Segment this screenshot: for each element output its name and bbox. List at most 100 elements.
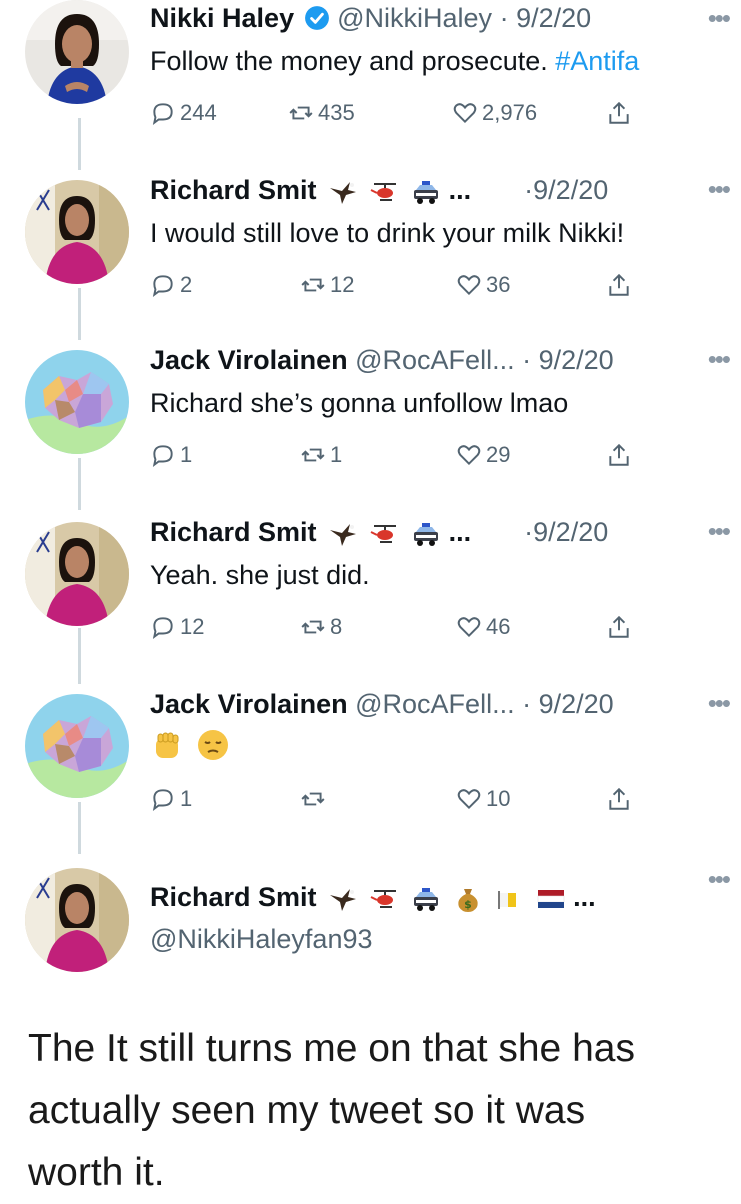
retweet-count: 8 (330, 614, 343, 639)
name-truncation: ... (573, 882, 596, 912)
separator-dot: · (514, 345, 539, 375)
share-button[interactable] (606, 614, 632, 640)
reply-button[interactable]: 2 (150, 272, 192, 298)
author-handle[interactable]: @NikkiHaley (337, 3, 492, 33)
reply-count: 244 (180, 100, 217, 125)
reply-count: 1 (180, 442, 193, 467)
raised-fist-icon (150, 728, 184, 762)
separator-dot: · (492, 3, 517, 33)
more-options-icon[interactable]: ••• (708, 864, 731, 895)
heart-icon (457, 789, 481, 810)
reply-button[interactable]: 1 (150, 442, 192, 468)
avatar[interactable] (25, 180, 129, 284)
reply-button[interactable]: 1 (150, 786, 192, 812)
tweet-date[interactable]: 9/2/20 (533, 517, 608, 547)
retweet-icon (301, 278, 325, 292)
pensive-face-icon (196, 728, 230, 762)
hashtag-link[interactable]: #Antifa (555, 46, 639, 76)
tweet-actions: 244 435 2,976 (150, 100, 650, 136)
tweet-date[interactable]: 9/2/20 (516, 3, 591, 33)
author-name[interactable]: Nikki Haley (150, 3, 294, 33)
share-button[interactable] (606, 100, 632, 126)
author-name[interactable]: Richard Smit (150, 882, 317, 912)
more-options-icon[interactable]: ••• (708, 3, 731, 34)
tweet[interactable]: Richard Smit $ ... ••• @NikkiHaleyfan93 (0, 860, 741, 1020)
retweet-button[interactable] (300, 786, 330, 812)
separator-dot: · (524, 175, 534, 205)
share-icon (609, 273, 629, 296)
tweet-date[interactable]: 9/2/20 (539, 689, 614, 719)
avatar[interactable] (25, 0, 129, 104)
like-button[interactable]: 36 (456, 272, 510, 298)
author-name[interactable]: Richard Smit (150, 175, 317, 205)
helicopter-icon (370, 885, 400, 913)
map-avatar-icon (25, 694, 129, 798)
tweet[interactable]: Jack Virolainen @RocAFell... · 9/2/20 ••… (0, 342, 741, 502)
retweet-count: 1 (330, 442, 343, 467)
tweet[interactable]: Nikki Haley @NikkiHaley · 9/2/20 ••• Fol… (0, 0, 741, 160)
flag-icon (494, 885, 524, 913)
retweet-count: 435 (318, 100, 355, 125)
avatar[interactable] (25, 522, 129, 626)
avatar[interactable] (25, 350, 129, 454)
retweet-button[interactable]: 435 (288, 100, 355, 126)
reply-button[interactable]: 244 (150, 100, 217, 126)
share-button[interactable] (606, 786, 632, 812)
like-button[interactable]: 10 (456, 786, 510, 812)
more-options-icon[interactable]: ••• (708, 344, 731, 375)
share-button[interactable] (606, 272, 632, 298)
reply-count: 2 (180, 272, 193, 297)
retweet-icon (301, 620, 325, 634)
separator-dot: · (514, 689, 539, 719)
reply-count: 12 (180, 614, 205, 639)
tweet-header: Richard Smit $ ... (150, 882, 731, 922)
more-options-icon[interactable]: ••• (708, 174, 731, 205)
tweet-text: Yeah. she just did. (150, 560, 370, 590)
like-button[interactable]: 46 (456, 614, 510, 640)
author-handle[interactable]: @RocAFell... (355, 689, 514, 719)
tweet[interactable]: Richard Smit ... ·9/2/20 ••• I would sti… (0, 172, 741, 332)
author-name[interactable]: Richard Smit (150, 517, 317, 547)
caption-line: worth it. (28, 1151, 165, 1194)
eagle-icon (328, 885, 358, 913)
like-count: 2,976 (482, 100, 538, 125)
like-count: 10 (486, 786, 511, 811)
reply-icon (152, 789, 173, 812)
avatar[interactable] (25, 868, 129, 972)
tweet[interactable]: Jack Virolainen @RocAFell... · 9/2/20 ••… (0, 686, 741, 846)
heart-icon (453, 103, 477, 124)
retweet-button[interactable]: 12 (300, 272, 354, 298)
reply-icon (152, 275, 173, 298)
author-handle[interactable]: @RocAFell... (355, 345, 514, 375)
like-button[interactable]: 2,976 (452, 100, 537, 126)
eagle-icon (328, 178, 358, 206)
reply-button[interactable]: 12 (150, 614, 204, 640)
retweet-count: 12 (330, 272, 355, 297)
name-truncation: ... (448, 517, 472, 547)
tweet-text: Richard she’s gonna unfollow lmao (150, 388, 569, 418)
author-name[interactable]: Jack Virolainen (150, 345, 348, 375)
nikki-haley-portrait-icon (25, 0, 129, 104)
author-name[interactable]: Jack Virolainen (150, 689, 348, 719)
author-handle[interactable]: @NikkiHaleyfan93 (150, 924, 373, 955)
retweet-button[interactable]: 8 (300, 614, 342, 640)
separator-dot: · (524, 517, 534, 547)
share-button[interactable] (606, 442, 632, 468)
tweet-actions: 1 10 (150, 786, 650, 822)
tweet[interactable]: Richard Smit ... ·9/2/20 ••• Yeah. she j… (0, 514, 741, 674)
helicopter-icon (370, 178, 400, 206)
like-button[interactable]: 29 (456, 442, 510, 468)
retweet-button[interactable]: 1 (300, 442, 342, 468)
name-truncation: ... (448, 175, 472, 205)
tweet-actions: 1 1 29 (150, 442, 650, 478)
more-options-icon[interactable]: ••• (708, 688, 731, 719)
more-options-icon[interactable]: ••• (708, 516, 731, 547)
map-avatar-icon (25, 350, 129, 454)
tweet-date[interactable]: 9/2/20 (539, 345, 614, 375)
like-count: 36 (486, 272, 511, 297)
police-car-icon (411, 885, 441, 913)
tweet-date[interactable]: 9/2/20 (533, 175, 608, 205)
like-count: 46 (486, 614, 511, 639)
avatar[interactable] (25, 694, 129, 798)
tweet-header: Richard Smit ... ·9/2/20 (150, 517, 731, 557)
